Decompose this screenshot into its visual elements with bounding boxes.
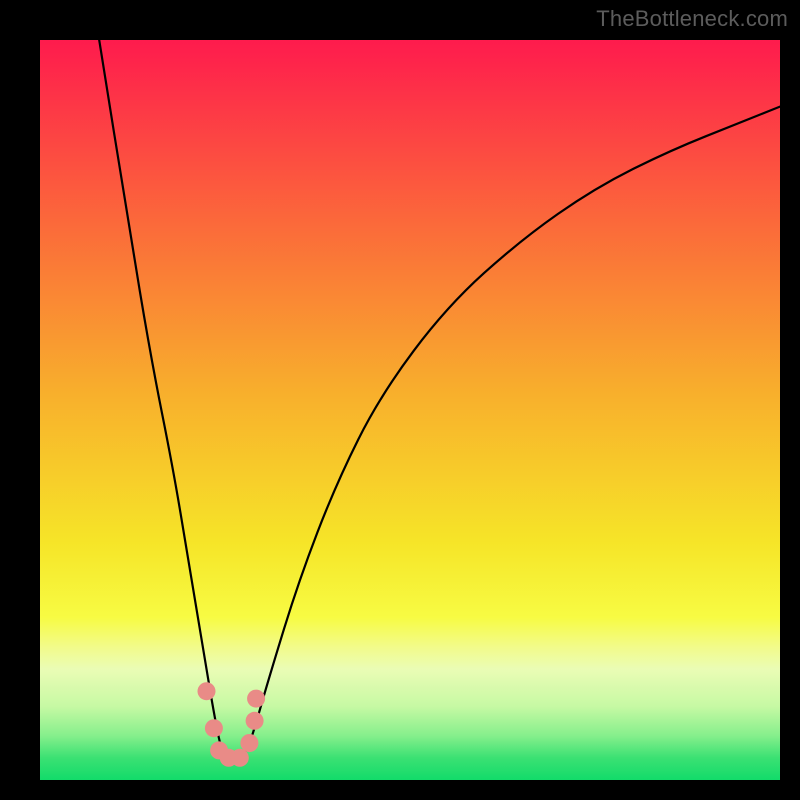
marker-group	[198, 682, 266, 767]
chart-frame: TheBottleneck.com	[0, 0, 800, 800]
marker-dot	[247, 690, 265, 708]
marker-dot	[246, 712, 264, 730]
marker-dot	[240, 734, 258, 752]
bottleneck-curve	[99, 40, 780, 762]
watermark-text: TheBottleneck.com	[596, 6, 788, 32]
marker-dot	[231, 749, 249, 767]
plot-area	[40, 40, 780, 780]
curve-layer	[40, 40, 780, 780]
marker-dot	[198, 682, 216, 700]
marker-dot	[205, 719, 223, 737]
